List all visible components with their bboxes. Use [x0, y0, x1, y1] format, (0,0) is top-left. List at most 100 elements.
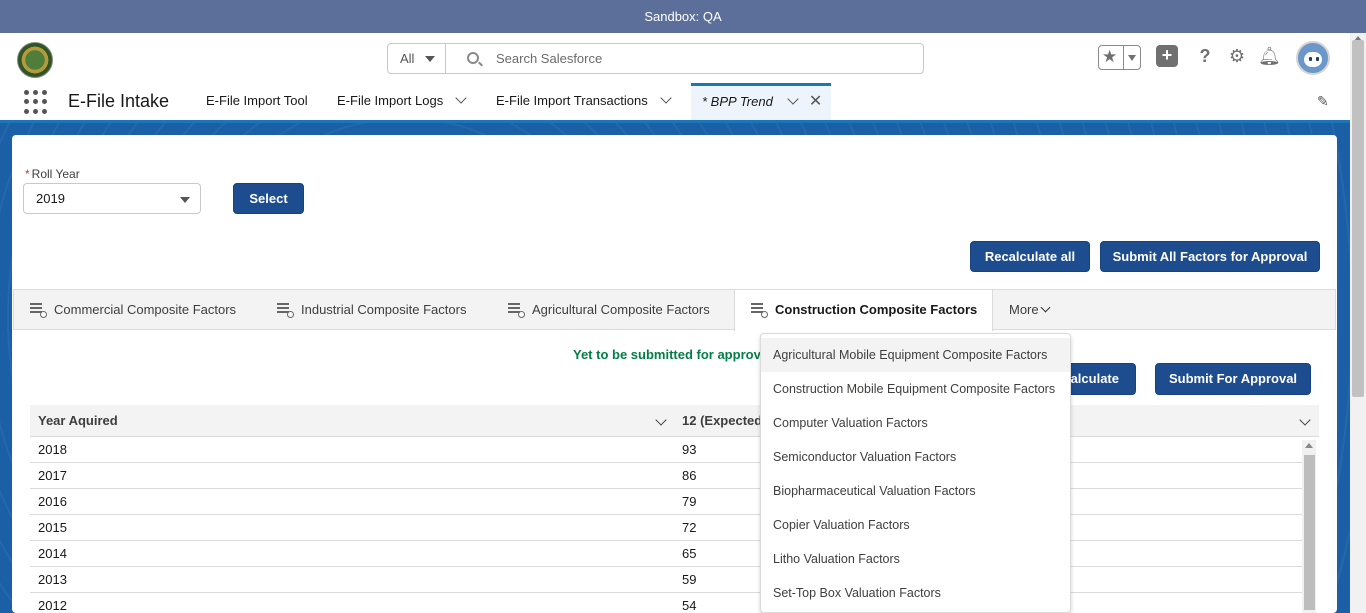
table-row: 2014 65: [30, 541, 1302, 567]
add-icon[interactable]: +: [1156, 45, 1178, 67]
nav-item-bpp-trend[interactable]: * BPP Trend ✕: [691, 83, 831, 120]
app-name: E-File Intake: [68, 91, 170, 111]
menu-item-agricultural-mobile[interactable]: Agricultural Mobile Equipment Composite …: [761, 338, 1070, 372]
nav-item-label: E-File Import Tool: [206, 93, 308, 108]
factors-table-header: Year Aquired 12 (Expected: [30, 405, 1319, 437]
tab-construction[interactable]: Construction Composite Factors: [734, 290, 993, 331]
star-icon: ★: [1102, 47, 1118, 66]
column-header-expected-life[interactable]: 12 (Expected: [682, 405, 762, 437]
bell-icon[interactable]: 🔔︎: [1258, 45, 1281, 67]
roll-year-label-text: Roll Year: [31, 167, 80, 181]
menu-item-set-top-box[interactable]: Set-Top Box Valuation Factors: [761, 576, 1070, 610]
global-search: All: [387, 43, 924, 74]
nav-item-import-logs[interactable]: E-File Import Logs: [325, 83, 477, 120]
cell-year: 2017: [38, 468, 67, 483]
search-scope-label: All: [400, 51, 415, 66]
nav-item-label: E-File Import Transactions: [496, 93, 648, 108]
avatar[interactable]: [1296, 41, 1330, 75]
menu-item-biopharmaceutical[interactable]: Biopharmaceutical Valuation Factors: [761, 474, 1070, 508]
table-row: 2017 86: [30, 463, 1302, 489]
sandbox-bar: Sandbox: QA: [0, 0, 1366, 33]
menu-item-computer[interactable]: Computer Valuation Factors: [761, 406, 1070, 440]
org-logo[interactable]: [17, 42, 53, 78]
select-button[interactable]: Select: [233, 183, 304, 214]
cell-year: 2014: [38, 546, 67, 561]
chevron-down-icon[interactable]: [1128, 55, 1136, 61]
favorites-button[interactable]: ★: [1098, 45, 1141, 70]
recalculate-all-label: Recalculate all: [984, 249, 1076, 264]
roll-year-value: 2019: [36, 191, 65, 206]
sandbox-label: Sandbox: QA: [644, 9, 722, 24]
tab-industrial[interactable]: Industrial Composite Factors: [277, 290, 466, 330]
chevron-down-icon: [1040, 302, 1051, 313]
table-row: 2015 72: [30, 515, 1302, 541]
menu-item-semiconductor[interactable]: Semiconductor Valuation Factors: [761, 440, 1070, 474]
app-nav-bar: E-File Intake E-File Import Tool E-File …: [0, 83, 1350, 120]
tab-label: Agricultural Composite Factors: [532, 302, 710, 317]
search-scope-dropdown[interactable]: All: [388, 44, 446, 73]
cell-factor: 72: [682, 520, 697, 535]
chevron-down-icon[interactable]: [455, 92, 467, 104]
table-row: 2012 54: [30, 593, 1302, 613]
roll-year-label: * Roll Year: [25, 167, 80, 181]
scroll-up-arrow-icon[interactable]: [1305, 443, 1313, 448]
tab-commercial[interactable]: Commercial Composite Factors: [30, 290, 236, 330]
select-button-label: Select: [249, 191, 288, 206]
nav-item-import-transactions[interactable]: E-File Import Transactions: [484, 83, 682, 120]
gear-icon[interactable]: ⚙: [1226, 45, 1248, 67]
banner-accent: [0, 120, 1350, 123]
recalculate-label: alculate: [1070, 371, 1119, 386]
chevron-down-icon[interactable]: [1299, 414, 1311, 426]
cell-factor: 59: [682, 572, 697, 587]
tab-label: Construction Composite Factors: [775, 302, 978, 317]
table-row: 2016 79: [30, 489, 1302, 515]
tab-agricultural[interactable]: Agricultural Composite Factors: [508, 290, 710, 330]
chevron-down-icon[interactable]: [660, 92, 672, 104]
search-input[interactable]: [496, 48, 896, 69]
table-row: 2013 59: [30, 567, 1302, 593]
nav-item-label: * BPP Trend: [702, 94, 773, 109]
cell-year: 2012: [38, 598, 67, 613]
table-icon: [277, 302, 294, 318]
avatar-face: [1304, 52, 1322, 67]
tab-label: Industrial Composite Factors: [301, 302, 467, 317]
cell-factor: 86: [682, 468, 697, 483]
table-row: 2018 93: [30, 437, 1302, 463]
edit-pencil-icon[interactable]: ✎: [1317, 93, 1331, 109]
nav-item-import-tool[interactable]: E-File Import Tool: [194, 83, 320, 120]
chevron-down-icon: [425, 56, 435, 62]
recalculate-all-button[interactable]: Recalculate all: [970, 241, 1090, 272]
cell-factor: 93: [682, 442, 697, 457]
table-scrollbar-thumb[interactable]: [1304, 455, 1315, 610]
tab-label: Commercial Composite Factors: [54, 302, 237, 317]
column-header-year[interactable]: Year Aquired: [38, 405, 118, 437]
table-icon: [508, 302, 525, 318]
chevron-down-icon[interactable]: [655, 414, 667, 426]
menu-item-construction-mobile[interactable]: Construction Mobile Equipment Composite …: [761, 372, 1070, 406]
global-header: All ★ + ? ⚙ 🔔︎: [0, 33, 1350, 83]
page-scrollbar-thumb[interactable]: [1352, 40, 1364, 397]
cell-factor: 65: [682, 546, 697, 561]
close-icon[interactable]: ✕: [809, 86, 822, 117]
cell-factor: 79: [682, 494, 697, 509]
tab-more[interactable]: More: [1009, 290, 1051, 330]
help-icon[interactable]: ?: [1194, 45, 1216, 67]
nav-item-label: E-File Import Logs: [337, 93, 444, 108]
chevron-down-icon: [180, 197, 190, 203]
more-tabs-menu: Agricultural Mobile Equipment Composite …: [760, 333, 1071, 613]
submit-for-approval-label: Submit For Approval: [1168, 371, 1298, 386]
search-icon: [467, 52, 479, 64]
tab-more-label: More: [1009, 302, 1039, 317]
menu-item-copier[interactable]: Copier Valuation Factors: [761, 508, 1070, 542]
cell-year: 2016: [38, 494, 67, 509]
submit-all-for-approval-button[interactable]: Submit All Factors for Approval: [1100, 241, 1320, 272]
chevron-down-icon[interactable]: [787, 93, 799, 105]
submit-all-label: Submit All Factors for Approval: [1112, 249, 1308, 264]
submit-for-approval-button[interactable]: Submit For Approval: [1155, 363, 1311, 395]
roll-year-select[interactable]: 2019: [23, 183, 201, 214]
favorites-divider: [1123, 46, 1124, 69]
table-icon: [30, 302, 47, 318]
menu-item-litho[interactable]: Litho Valuation Factors: [761, 542, 1070, 576]
cell-factor: 54: [682, 598, 697, 613]
app-launcher-icon[interactable]: [24, 90, 48, 114]
